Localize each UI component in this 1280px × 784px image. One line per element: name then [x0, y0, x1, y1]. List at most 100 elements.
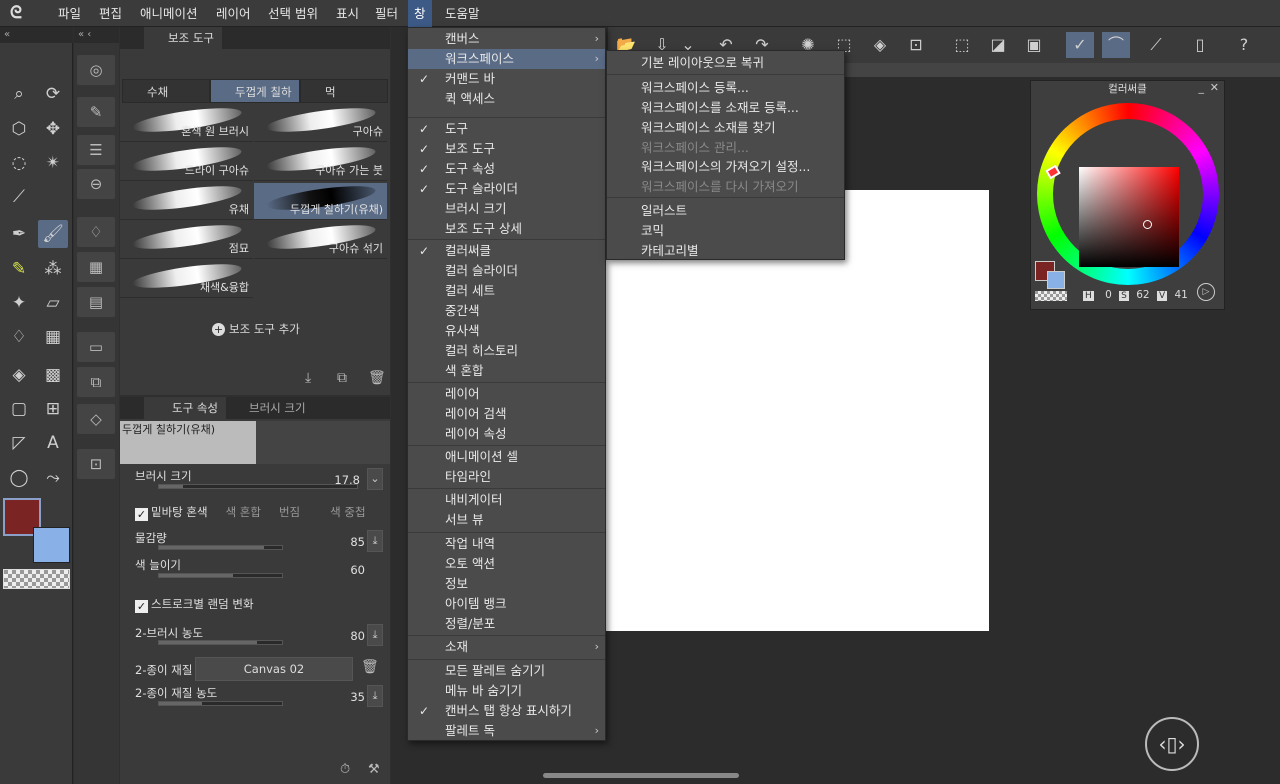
tool-property-icon[interactable]: ☰ — [77, 135, 115, 165]
window-menu-item[interactable]: 보조 도구 상세 — [408, 219, 605, 239]
move-icon[interactable]: ✥ — [38, 115, 68, 143]
window-menu-item[interactable]: 레이어 검색 — [408, 404, 605, 424]
subtool-icon[interactable]: ✎ — [77, 97, 115, 127]
workspace-menu-item[interactable]: 코믹 — [607, 221, 844, 241]
workspace-menu-item[interactable]: 기본 레이아웃으로 복귀 — [607, 53, 844, 73]
workspace-menu-item[interactable]: 카테고리별 — [607, 241, 844, 261]
reset-icon[interactable]: ⏱ — [340, 762, 350, 777]
trash-icon[interactable]: 🗑 — [361, 659, 379, 675]
color-stretch-slider[interactable] — [158, 573, 283, 578]
subtool-header-tab[interactable]: 보조 도구 — [144, 27, 222, 49]
magic-wand-icon[interactable]: ✴ — [38, 149, 68, 177]
deselect-icon[interactable]: ⬚ — [948, 32, 976, 58]
tab-tool-property[interactable]: 도구 속성 — [144, 397, 226, 419]
play-icon[interactable]: ▷ — [1197, 283, 1215, 301]
decoration-icon[interactable]: ✦ — [4, 289, 34, 317]
workspace-menu-item[interactable]: 워크스페이스 등록... — [607, 78, 844, 98]
window-menu-item[interactable]: ✓ 도구 슬라이더 — [408, 179, 605, 199]
add-subtool-button[interactable]: + 보조 도구 추가 — [212, 321, 300, 337]
rotate-icon[interactable]: ⟳ — [38, 80, 68, 108]
rect-icon[interactable]: ▢ — [4, 395, 34, 423]
pen-icon[interactable]: ✒ — [4, 220, 34, 248]
menu-selection[interactable]: 선택 범위 — [262, 0, 324, 27]
workspace-menu-item[interactable]: 일러스트 — [607, 201, 844, 221]
brush-item-selected[interactable]: 두껍게 칠하기(유채) — [254, 181, 387, 220]
window-menu-item[interactable]: 색 혼합 — [408, 361, 605, 381]
layer-icon[interactable]: ◇ — [77, 404, 115, 434]
trash-icon[interactable]: 🗑 — [368, 370, 386, 386]
sub-color-mini[interactable] — [1047, 271, 1065, 289]
material-icon[interactable]: ⊡ — [77, 449, 115, 479]
brush-item[interactable]: 드라이 구아슈 — [120, 142, 253, 181]
snap-grid-icon[interactable]: ⟋ — [1142, 32, 1170, 58]
window-menu-item[interactable]: 중간색 — [408, 301, 605, 321]
window-menu-item[interactable]: ✓ 도구 속성 — [408, 159, 605, 179]
text-icon[interactable]: A — [38, 429, 68, 457]
brush-item[interactable]: 채색&융합 — [120, 259, 253, 298]
brush2-density-slider[interactable] — [158, 640, 283, 645]
random-row[interactable]: ✓ 스트로크별 랜덤 변화 — [135, 596, 254, 613]
window-menu-item[interactable]: 레이어 속성 — [408, 424, 605, 444]
ruler-icon[interactable]: ◸ — [4, 429, 34, 457]
collapse-icon[interactable]: « — [0, 27, 73, 43]
window-menu-item[interactable]: ✓ 도구 — [408, 119, 605, 139]
download-icon[interactable]: ⤓ — [367, 685, 383, 707]
pencil-icon[interactable]: ✎ — [4, 255, 34, 283]
object-icon[interactable]: ⬡ — [4, 115, 34, 143]
zoom-icon[interactable]: ⌕ — [4, 80, 34, 108]
menu-view[interactable]: 표시 — [330, 0, 365, 27]
color-stretch-value[interactable]: 60 — [325, 563, 365, 577]
workspace-menu-item[interactable]: 워크스페이스의 가져오기 설정... — [607, 157, 844, 177]
brush-item[interactable]: 점묘 — [120, 220, 253, 259]
window-menu-item[interactable]: ✓ 보조 도구 — [408, 139, 605, 159]
transparent-mini[interactable] — [1035, 291, 1067, 301]
window-menu-item[interactable]: 작업 내역 — [408, 534, 605, 554]
window-menu-item[interactable]: 아이템 뱅크 — [408, 594, 605, 614]
sub-color-swatch[interactable] — [33, 527, 70, 563]
brush-icon[interactable]: 🖌 — [38, 220, 68, 248]
grid-icon[interactable]: ▦ — [38, 323, 68, 351]
window-menu-item[interactable]: 퀵 액세스 — [408, 89, 605, 109]
side-panel-toggle-icon[interactable]: ‹▯› — [1145, 717, 1199, 771]
snap-ruler-icon[interactable]: ✓ — [1066, 32, 1094, 58]
brush-size-options-icon[interactable]: ⌄ — [367, 468, 383, 490]
paint-amount-slider[interactable] — [158, 545, 283, 550]
fill-icon[interactable]: ◈ — [4, 361, 34, 389]
hue-ring[interactable] — [1037, 103, 1219, 285]
brush-item[interactable]: 구아슈 가는 붓 — [254, 142, 387, 181]
brush2-density-value[interactable]: 80 — [325, 629, 365, 643]
selection-border-icon[interactable]: ▣ — [1020, 32, 1048, 58]
window-menu-item[interactable]: 서브 뷰 — [408, 510, 605, 530]
window-menu-item[interactable]: 정렬/분포 — [408, 614, 605, 634]
home-indicator[interactable] — [543, 773, 739, 778]
import-icon[interactable]: ⤓ — [305, 370, 311, 386]
snap-special-ruler-icon[interactable]: ⌒ — [1102, 32, 1130, 58]
minimize-icon[interactable]: _ — [1199, 81, 1205, 94]
window-menu-item[interactable]: 소재 › — [408, 637, 605, 657]
copy-icon[interactable]: ⧉ — [337, 370, 347, 386]
window-menu-item[interactable]: 컬러 슬라이더 — [408, 261, 605, 281]
menu-window[interactable]: 창 — [408, 0, 432, 27]
lasso-icon[interactable]: ◌ — [4, 149, 34, 177]
window-menu-item[interactable]: ✓ 커맨드 바 — [408, 69, 605, 89]
brush-size-value[interactable]: 17.8 — [325, 473, 360, 487]
transparent-color-swatch[interactable] — [3, 569, 70, 589]
window-menu-item[interactable]: 레이어 — [408, 384, 605, 404]
frame-icon[interactable]: ⊞ — [38, 395, 68, 423]
blend-icon[interactable]: ♢ — [4, 323, 34, 351]
navigator-icon[interactable]: ◎ — [77, 55, 115, 85]
window-menu-item[interactable]: ✓ 컬러써클 — [408, 241, 605, 261]
download-icon[interactable]: ⤓ — [367, 530, 383, 552]
brush-item[interactable]: 구아슈 섞기 — [254, 220, 387, 259]
picker-cursor[interactable] — [1143, 220, 1152, 229]
wrench-icon[interactable]: ⚒ — [368, 762, 380, 777]
window-menu-item[interactable]: 오토 액션 — [408, 554, 605, 574]
tab-thick-paint[interactable]: 두껍게 칠하기 — [210, 79, 300, 123]
brush-size-icon[interactable]: ⊖ — [77, 169, 115, 199]
tab-ink[interactable]: 먹 — [300, 79, 388, 103]
window-menu-item[interactable]: 모든 팔레트 숨기기 — [408, 661, 605, 681]
menu-filter[interactable]: 필터 — [369, 0, 404, 27]
help-icon[interactable]: ? — [1230, 32, 1258, 58]
mix-row[interactable]: ✓ 밑바탕 혼색 색 혼합 번짐 색 중첩 — [135, 504, 366, 521]
window-menu-item[interactable]: 메뉴 바 숨기기 — [408, 681, 605, 701]
